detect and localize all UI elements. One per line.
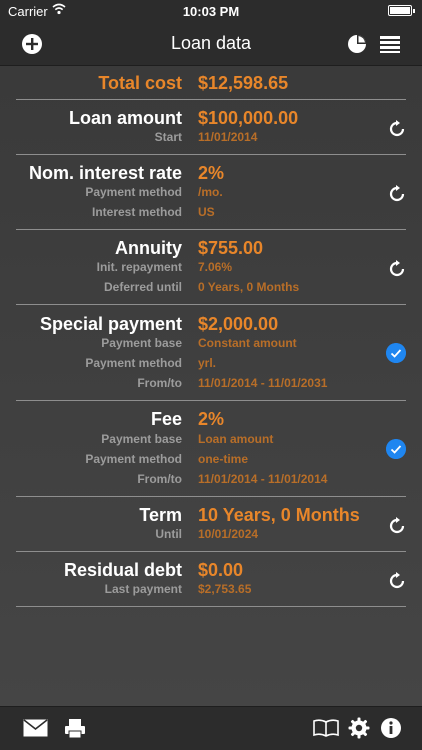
book-icon[interactable] [313, 719, 339, 737]
annuity-label: Annuity [115, 238, 182, 258]
fee-value: 2% [198, 409, 225, 429]
print-icon[interactable] [64, 717, 86, 739]
loan-amount-row[interactable]: Loan amount $100,000.00 Start 11/01/2014 [16, 100, 406, 155]
pie-chart-icon[interactable] [345, 32, 369, 56]
payment-base-label: Payment base [101, 432, 182, 446]
from-to-label: From/to [137, 376, 182, 390]
residual-debt-row[interactable]: Residual debt $0.00 Last payment $2,753.… [16, 552, 406, 607]
status-time: 10:03 PM [182, 4, 240, 19]
total-cost-row: Total cost $12,598.65 [16, 66, 406, 100]
bottom-toolbar [0, 706, 422, 750]
status-bar: Carrier 10:03 PM [0, 0, 422, 22]
start-value: 11/01/2014 [198, 130, 258, 144]
interest-method-value: US [198, 205, 215, 219]
checkmark-icon[interactable] [386, 343, 406, 363]
init-repayment-label: Init. repayment [96, 260, 182, 274]
payment-method-value: one-time [198, 452, 249, 466]
last-payment-value: $2,753.65 [198, 582, 252, 596]
interest-method-label: Interest method [91, 205, 182, 219]
refresh-icon[interactable] [388, 185, 406, 203]
residual-debt-value: $0.00 [198, 560, 244, 580]
loan-amount-value: $100,000.00 [198, 108, 299, 128]
term-value: 10 Years, 0 Months [198, 505, 360, 525]
payment-method-label: Payment method [85, 452, 182, 466]
total-cost-value: $12,598.65 [198, 73, 289, 93]
battery-icon [388, 5, 415, 16]
total-cost-label: Total cost [98, 73, 182, 93]
fee-label: Fee [150, 409, 182, 429]
annuity-row[interactable]: Annuity $755.00 Init. repayment 7.06% De… [16, 230, 406, 305]
until-label: Until [155, 527, 182, 541]
interest-rate-value: 2% [198, 163, 225, 183]
term-row[interactable]: Term 10 Years, 0 Months Until 10/01/2024 [16, 497, 406, 552]
checkmark-icon[interactable] [386, 439, 406, 459]
list-icon[interactable] [378, 32, 402, 56]
init-repayment-value: 7.06% [198, 260, 233, 274]
from-to-value: 11/01/2014 - 11/01/2031 [198, 376, 328, 390]
annuity-value: $755.00 [198, 238, 264, 258]
gear-icon[interactable] [348, 717, 370, 739]
special-payment-label: Special payment [39, 314, 182, 334]
last-payment-label: Last payment [104, 582, 182, 596]
deferred-until-label: Deferred until [103, 280, 182, 294]
payment-method-value: /mo. [198, 185, 223, 199]
deferred-until-value: 0 Years, 0 Months [198, 280, 300, 294]
payment-method-label: Payment method [85, 185, 182, 199]
payment-method-label: Payment method [85, 356, 182, 370]
refresh-icon[interactable] [388, 572, 406, 590]
loan-amount-label: Loan amount [69, 108, 182, 128]
special-payment-value: $2,000.00 [198, 314, 279, 334]
loan-data-list: Total cost $12,598.65 Loan amount $100,0… [0, 66, 422, 706]
info-icon[interactable] [380, 717, 402, 739]
refresh-icon[interactable] [388, 260, 406, 278]
special-payment-row[interactable]: Special payment $2,000.00 Payment base C… [16, 305, 406, 401]
interest-rate-label: Nom. interest rate [28, 163, 182, 183]
payment-base-value: Loan amount [198, 432, 274, 446]
refresh-icon[interactable] [388, 517, 406, 535]
term-label: Term [139, 505, 182, 525]
payment-method-value: yrl. [198, 356, 217, 370]
fee-row[interactable]: Fee 2% Payment base Loan amount Payment … [16, 401, 406, 497]
refresh-icon[interactable] [388, 120, 406, 138]
mail-icon[interactable] [23, 719, 48, 737]
nav-bar: Loan data [0, 22, 422, 66]
payment-base-label: Payment base [101, 336, 182, 350]
from-to-value: 11/01/2014 - 11/01/2014 [198, 472, 328, 486]
residual-debt-label: Residual debt [63, 560, 182, 580]
until-value: 10/01/2024 [198, 527, 259, 541]
interest-rate-row[interactable]: Nom. interest rate 2% Payment method /mo… [16, 155, 406, 230]
payment-base-value: Constant amount [198, 336, 297, 350]
start-label: Start [154, 130, 182, 144]
from-to-label: From/to [137, 472, 182, 486]
